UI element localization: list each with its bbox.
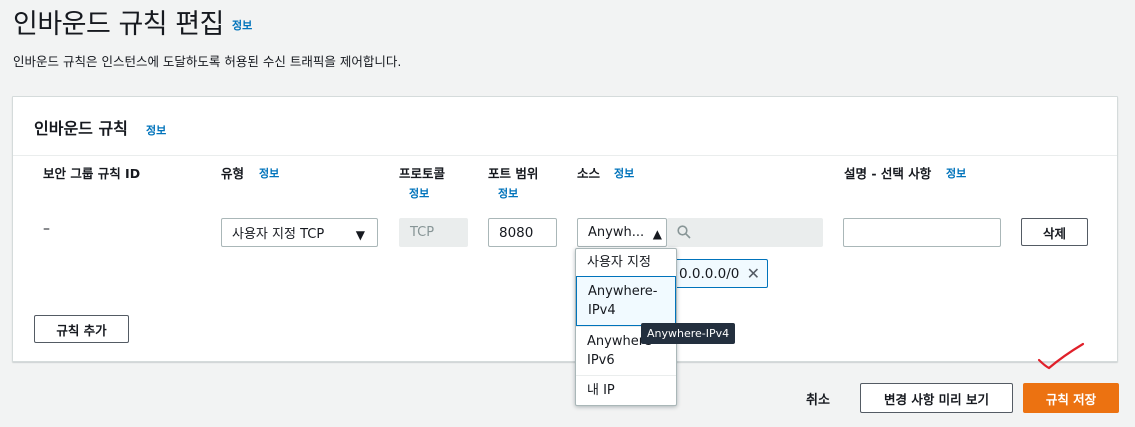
save-rules-button[interactable]: 규칙 저장 — [1023, 383, 1119, 413]
port-range-input[interactable]: 8080 — [488, 218, 557, 247]
search-icon — [677, 225, 691, 239]
source-cidr-value: 0.0.0.0/0 — [679, 265, 740, 282]
type-select[interactable]: 사용자 지정 TCP ▼ — [221, 218, 378, 247]
source-option-my-ip[interactable]: 내 IP — [576, 375, 676, 406]
page-title: 인바운드 규칙 편집 — [13, 9, 224, 40]
panel-divider — [13, 155, 1117, 156]
source-option-anywhere-ipv4[interactable]: Anywhere- IPv4 — [576, 276, 676, 326]
source-type-value: Anywh... — [588, 225, 645, 240]
col-type: 유형 — [221, 166, 245, 181]
add-rule-button[interactable]: 규칙 추가 — [34, 315, 129, 343]
type-select-value: 사용자 지정 TCP — [232, 227, 325, 242]
page-description: 인바운드 규칙은 인스턴스에 도달하도록 허용된 수신 트래픽을 제어합니다. — [13, 54, 402, 69]
source-option-custom[interactable]: 사용자 지정 — [576, 249, 676, 276]
source-cidr-token: 0.0.0.0/0 ✕ — [675, 259, 768, 288]
col-description-info-link[interactable]: 정보 — [946, 165, 966, 181]
col-description: 설명 - 선택 사항 — [844, 166, 932, 181]
source-type-select[interactable]: Anywh... ▲ — [577, 218, 667, 247]
delete-button[interactable]: 삭제 — [1021, 218, 1088, 246]
tooltip: Anywhere-IPv4 — [641, 323, 736, 344]
description-input[interactable] — [843, 218, 1001, 247]
col-type-info-link[interactable]: 정보 — [259, 165, 279, 181]
close-icon[interactable]: ✕ — [747, 264, 760, 283]
inbound-rules-panel: 인바운드 규칙 정보 보안 그룹 규칙 ID 유형 정보 프로토콜 정보 포트 … — [12, 96, 1118, 362]
cancel-button[interactable]: 취소 — [806, 389, 830, 408]
col-source-info-link[interactable]: 정보 — [614, 165, 634, 181]
col-rule-id: 보안 그룹 규칙 ID — [43, 166, 141, 181]
page-info-link[interactable]: 정보 — [232, 17, 252, 33]
col-port-range: 포트 범위 — [488, 166, 539, 181]
col-protocol: 프로토콜 — [399, 166, 446, 181]
panel-title: 인바운드 규칙 — [34, 119, 128, 138]
col-protocol-info-link[interactable]: 정보 — [409, 185, 429, 201]
preview-changes-button[interactable]: 변경 사항 미리 보기 — [860, 383, 1013, 413]
col-port-info-link[interactable]: 정보 — [498, 185, 518, 201]
panel-info-link[interactable]: 정보 — [146, 122, 166, 138]
source-search-input[interactable] — [667, 218, 823, 247]
checkmark-annotation-icon — [1037, 342, 1085, 370]
protocol-field: TCP — [399, 218, 468, 247]
caret-down-icon: ▼ — [355, 228, 365, 242]
col-source: 소스 — [577, 166, 601, 181]
caret-up-icon: ▲ — [652, 227, 662, 241]
rule-id-value: – — [43, 221, 50, 237]
